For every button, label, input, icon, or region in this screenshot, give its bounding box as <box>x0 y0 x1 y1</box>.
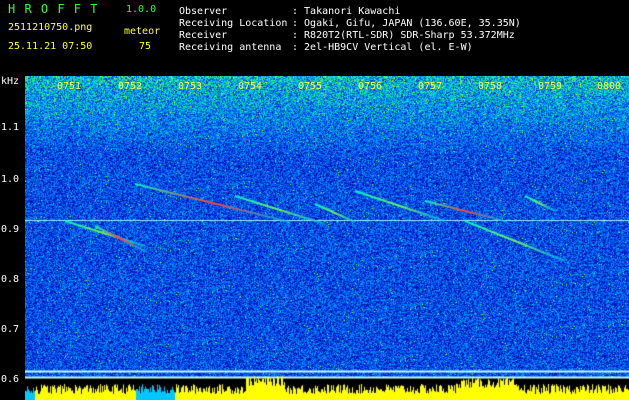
x-tick-label: 0756 <box>358 81 383 92</box>
y-tick-label: 1.0 <box>1 174 20 185</box>
y-tick-label: 0.6 <box>1 374 20 385</box>
y-tick-label: 0.9 <box>1 224 20 235</box>
x-tick-label: 0800 <box>597 81 622 92</box>
location-label: Receiving Location <box>179 18 288 29</box>
observer-label: Observer <box>179 6 228 17</box>
meteor-count: 75 <box>139 41 152 52</box>
x-tick-label: 0751 <box>57 81 82 92</box>
x-tick-label: 0759 <box>538 81 563 92</box>
x-tick-label: 0754 <box>238 81 263 92</box>
x-tick-label: 0758 <box>478 81 503 92</box>
observer-value: : Takanori Kawachi <box>292 6 401 17</box>
date-time: 25.11.21 07:50 <box>8 41 93 52</box>
x-tick-label: 0752 <box>118 81 143 92</box>
y-tick-label: 0.8 <box>1 274 20 285</box>
receiver-label: Receiver <box>179 30 228 41</box>
y-unit-label: kHz <box>1 76 20 87</box>
meteor-label: meteor <box>124 26 161 37</box>
app-version: 1.0.0 <box>126 4 157 15</box>
file-name: 2511210750.png <box>8 22 93 33</box>
antenna-label: Receiving antenna <box>179 42 282 53</box>
y-axis: kHz 1.1 1.0 0.9 0.8 0.7 0.6 <box>0 76 25 400</box>
spectrogram-canvas <box>25 76 629 400</box>
x-tick-label: 0757 <box>418 81 443 92</box>
y-tick-label: 0.7 <box>1 324 20 335</box>
location-value: : Ogaki, Gifu, JAPAN (136.60E, 35.35N) <box>292 18 521 29</box>
x-tick-label: 0755 <box>298 81 323 92</box>
y-tick-label: 1.1 <box>1 122 20 133</box>
app-title: H R O F F T <box>8 2 99 16</box>
antenna-value: : 2el-HB9CV Vertical (el. E-W) <box>292 42 473 53</box>
receiver-value: : R820T2(RTL-SDR) SDR-Sharp 53.372MHz <box>292 30 515 41</box>
header-panel: H R O F F T 1.0.0 2511210750.png meteor … <box>0 0 629 76</box>
x-tick-label: 0753 <box>178 81 203 92</box>
